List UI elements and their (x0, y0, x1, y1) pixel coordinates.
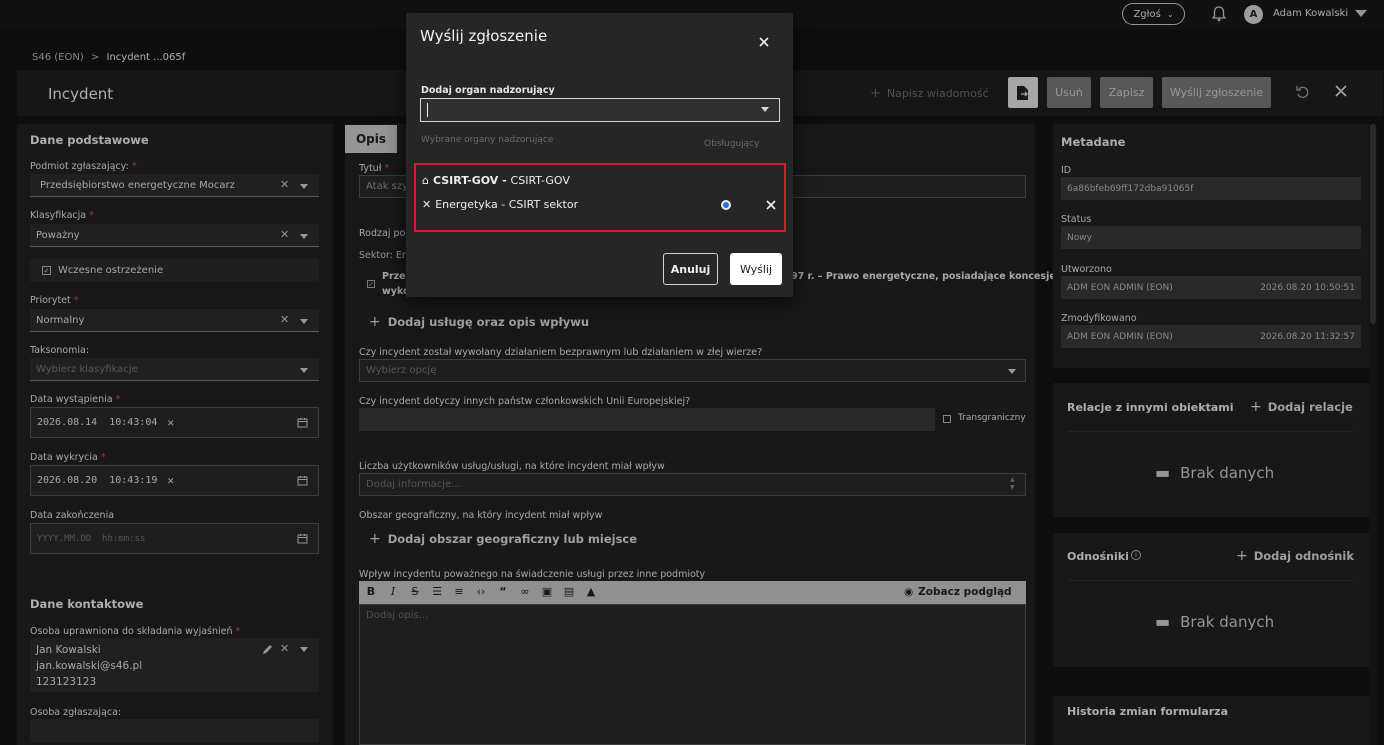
close-icon[interactable] (759, 37, 769, 47)
selected-authorities-label: Wybrane organy nadzorujące (421, 135, 554, 145)
handling-radio[interactable] (721, 200, 731, 210)
send-button[interactable]: Wyślij (730, 253, 782, 285)
tools-icon: ✕ (422, 198, 432, 211)
text-cursor (427, 103, 428, 117)
remove-icon[interactable] (766, 200, 776, 210)
chevron-down-icon[interactable] (761, 107, 769, 112)
authority-item-bold: CSIRT-GOV - (432, 174, 511, 187)
add-authority-label: Dodaj organ nadzorujący (421, 85, 555, 96)
authority-select[interactable] (420, 98, 780, 122)
bank-icon: ⌂ (422, 174, 429, 187)
authority-item-energetyka: ✕ Energetyka - CSIRT sektor (422, 198, 578, 211)
authority-item-name: - CSIRT sektor (497, 198, 579, 211)
cancel-button[interactable]: Anuluj (663, 253, 718, 285)
authority-item-csirt-gov: ⌂ CSIRT-GOV - CSIRT-GOV (422, 174, 570, 187)
handling-label: Obsługujący (704, 139, 760, 149)
authority-item-sector: Energetyka (435, 198, 498, 211)
modal-title: Wyślij zgłoszenie (420, 27, 548, 45)
authority-item-name: CSIRT-GOV (510, 174, 570, 187)
